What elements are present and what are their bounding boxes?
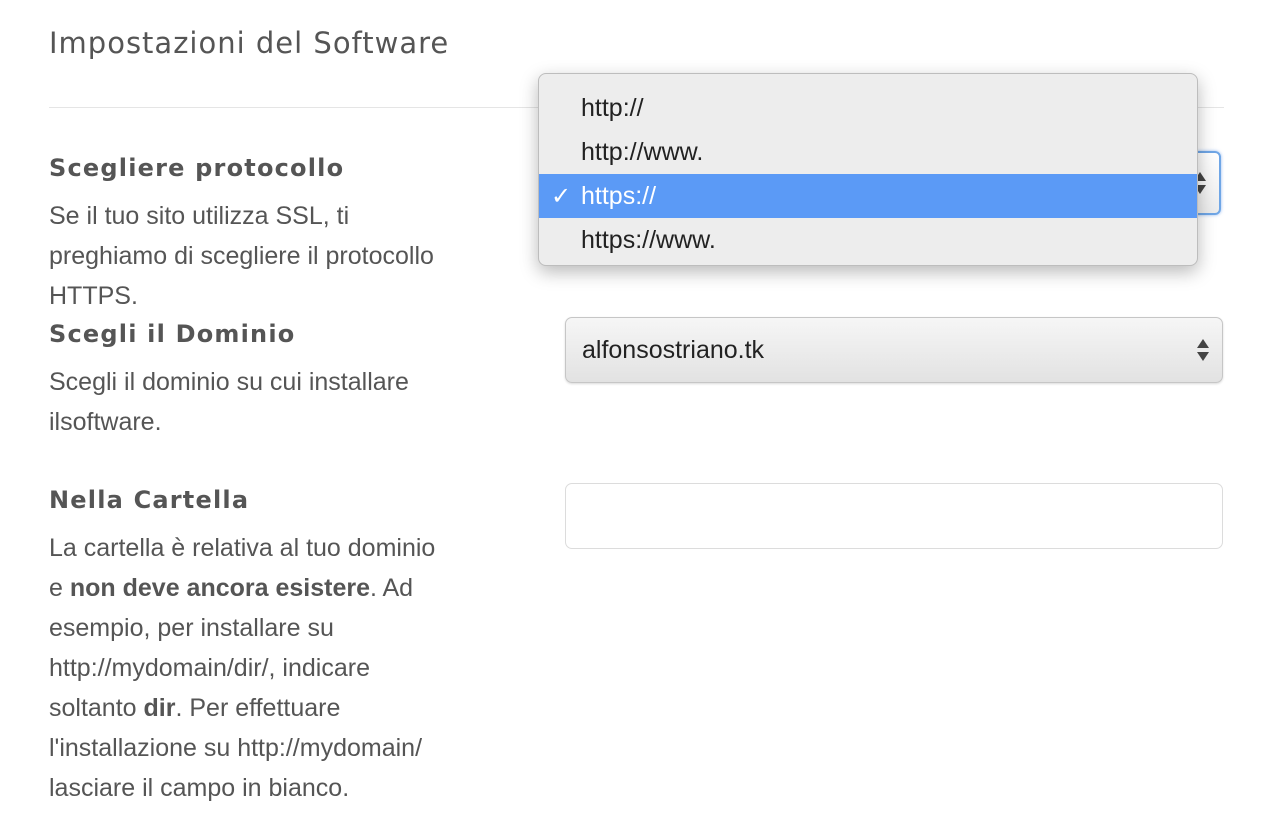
folder-desc-line: http://mydomain/dir/, indicare: [49, 654, 370, 682]
emphasis-text: non deve ancora esistere: [69, 574, 370, 602]
domain-select-value: alfonsostriano.tk: [582, 336, 765, 364]
domain-desc-line: Scegli il dominio su cui installare: [49, 368, 409, 396]
protocol-option[interactable]: http://: [539, 86, 1197, 130]
protocol-label: Scegliere protocollo: [49, 154, 345, 182]
protocol-desc-line: HTTPS.: [49, 282, 138, 310]
checkmark-icon: ✓: [551, 182, 572, 210]
protocol-dropdown-menu: http:// http://www. ✓ https:// https://ww…: [538, 73, 1198, 266]
protocol-option-selected[interactable]: ✓ https://: [539, 174, 1197, 218]
emphasis-text: dir: [143, 694, 176, 722]
folder-input[interactable]: [565, 483, 1223, 549]
protocol-description: Se il tuo sito utilizza SSL, ti preghiam…: [49, 196, 509, 316]
folder-desc-line: soltanto dir. Per effettuare: [49, 694, 341, 722]
domain-select[interactable]: alfonsostriano.tk: [565, 317, 1223, 383]
protocol-desc-line: preghiamo di scegliere il protocollo: [49, 242, 434, 270]
protocol-option[interactable]: https://www.: [539, 218, 1197, 262]
folder-desc-line: lasciare il campo in bianco.: [49, 774, 350, 802]
folder-description: La cartella è relativa al tuo dominio e …: [49, 528, 509, 808]
folder-desc-line: esempio, per installare su: [49, 614, 334, 642]
domain-description: Scegli il dominio su cui installare ilso…: [49, 362, 509, 442]
protocol-option[interactable]: http://www.: [539, 130, 1197, 174]
domain-label: Scegli il Dominio: [49, 320, 296, 348]
folder-desc-line: l'installazione su http://mydomain/: [49, 734, 423, 762]
folder-label: Nella Cartella: [49, 486, 250, 514]
protocol-desc-line: Se il tuo sito utilizza SSL, ti: [49, 202, 350, 230]
domain-desc-line: ilsoftware.: [49, 408, 162, 436]
select-arrows-icon: [1196, 336, 1210, 364]
folder-desc-line: e non deve ancora esistere. Ad: [49, 574, 414, 602]
folder-desc-line: La cartella è relativa al tuo dominio: [49, 534, 436, 562]
page-title: Impostazioni del Software: [49, 26, 450, 60]
